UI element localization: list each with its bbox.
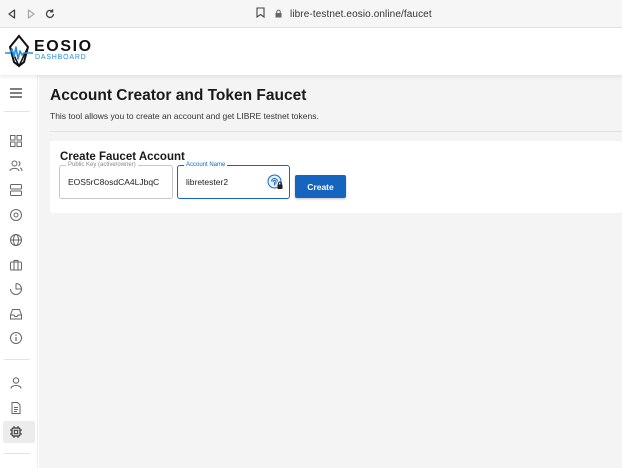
public-key-value[interactable]: EOS5rC8osdCA4LJbqC [68, 177, 168, 187]
pie-chart-icon[interactable] [8, 281, 24, 297]
info-icon[interactable] [8, 330, 24, 346]
briefcase-icon[interactable] [8, 257, 24, 273]
reload-icon[interactable] [44, 8, 56, 20]
app-header: EOSIO DASHBOARD [0, 28, 622, 75]
disc-icon[interactable] [8, 207, 24, 223]
bookmark-icon[interactable] [256, 5, 265, 23]
document-icon[interactable] [8, 400, 24, 416]
sidebar-divider [4, 453, 30, 454]
content-divider [50, 131, 622, 132]
menu-icon[interactable] [8, 85, 24, 101]
public-key-field[interactable]: Public Key (active/owner) EOS5rC8osdCA4L… [59, 161, 173, 199]
back-icon[interactable] [6, 8, 18, 20]
faucet-form-card: Create Faucet Account Public Key (active… [50, 141, 622, 213]
password-manager-icon[interactable] [267, 174, 283, 190]
page-title: Account Creator and Token Faucet [50, 87, 307, 104]
sidebar [0, 75, 38, 468]
blocks-icon[interactable] [8, 182, 24, 198]
inbox-icon[interactable] [8, 306, 24, 322]
address-bar[interactable]: libre-testnet.eosio.online/faucet [256, 6, 432, 22]
account-name-label: Account Name [184, 161, 228, 169]
globe-icon[interactable] [8, 232, 24, 248]
eosio-logo-icon [5, 34, 33, 68]
account-name-field[interactable]: Account Name libretester2 [177, 161, 290, 199]
lock-icon [275, 5, 282, 23]
form-title: Create Faucet Account [60, 151, 185, 163]
forward-icon[interactable] [25, 8, 37, 20]
users-icon[interactable] [8, 158, 24, 174]
main-content: Account Creator and Token Faucet This to… [39, 75, 622, 468]
sidebar-divider [4, 359, 30, 360]
page-description: This tool allows you to create an accoun… [50, 111, 319, 121]
eosio-logo[interactable]: EOSIO DASHBOARD [4, 34, 104, 70]
sidebar-divider [4, 111, 30, 112]
account-name-value[interactable]: libretester2 [186, 177, 266, 187]
url-text[interactable]: libre-testnet.eosio.online/faucet [290, 9, 432, 20]
account-icon[interactable] [8, 375, 24, 391]
dashboard-grid-icon[interactable] [8, 133, 24, 149]
browser-toolbar: libre-testnet.eosio.online/faucet [0, 0, 622, 28]
logo-subtitle: DASHBOARD [35, 54, 87, 61]
faucet-chip-icon[interactable] [8, 424, 24, 440]
create-button[interactable]: Create [295, 175, 346, 198]
